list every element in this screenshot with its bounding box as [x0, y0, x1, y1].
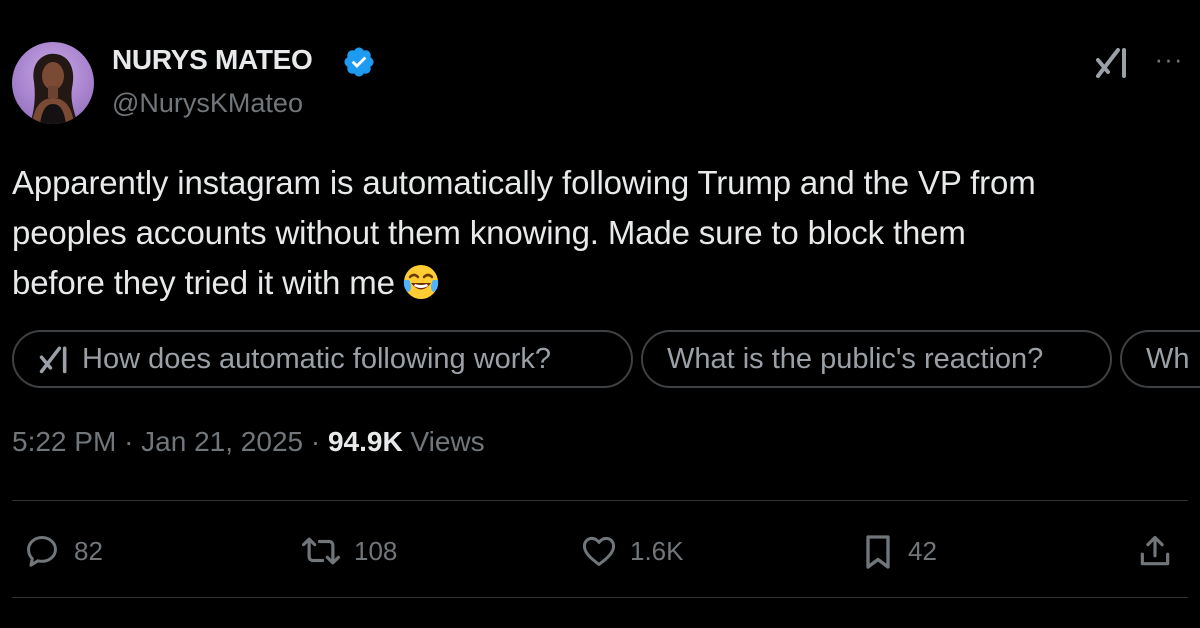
more-icon[interactable]: ··· — [1150, 44, 1188, 74]
handle[interactable]: @NurysKMateo — [112, 88, 303, 119]
reply-icon — [27, 536, 57, 567]
grok-icon — [39, 346, 67, 374]
tweet-time[interactable]: 5:22 PM — [12, 426, 116, 457]
views-label: Views — [410, 426, 485, 457]
divider — [12, 500, 1188, 501]
avatar[interactable] — [12, 42, 94, 124]
tweet-text-line: Apparently instagram is automatically fo… — [12, 164, 1036, 201]
share-button[interactable] — [1136, 530, 1176, 572]
grok-suggestion-label: Wh — [1146, 343, 1190, 375]
tweet-text-segment: peoples accounts without them knowing. M… — [12, 214, 966, 251]
grok-suggestion-label: How does automatic following work? — [82, 343, 552, 375]
tweet-text: Apparently instagram is automatically fo… — [12, 158, 1182, 308]
repost-button[interactable]: 108 — [298, 530, 438, 572]
share-icon — [1140, 535, 1170, 566]
tweet-text-line: peoples accounts without them knowing. M… — [12, 208, 1182, 258]
tweet-meta: 5:22 PM · Jan 21, 2025 · 94.9K Views — [12, 426, 485, 458]
views-count: 94.9K — [327, 426, 403, 457]
meta-separator: · — [310, 426, 321, 457]
grok-suggestion-chip[interactable]: How does automatic following work? — [12, 330, 633, 388]
display-name[interactable]: NURYS MATEO — [112, 44, 313, 76]
grok-suggestion-chip[interactable]: What is the public's reaction? — [641, 330, 1112, 388]
bookmark-count: 42 — [908, 536, 937, 566]
bookmark-icon — [866, 535, 890, 569]
divider — [12, 597, 1188, 598]
grok-suggestion-chip[interactable]: Wh — [1120, 330, 1200, 388]
tweet-text-line: before they tried it with me — [12, 258, 1182, 308]
repost-icon — [302, 537, 340, 565]
reply-button[interactable]: 82 — [22, 530, 142, 572]
like-count: 1.6K — [630, 536, 684, 566]
verified-badge-icon — [344, 47, 374, 77]
tweet-date[interactable]: Jan 21, 2025 — [141, 426, 303, 457]
bookmark-button[interactable]: 42 — [860, 530, 980, 572]
grok-suggestions: How does automatic following work? What … — [12, 330, 1200, 392]
like-button[interactable]: 1.6K — [578, 530, 718, 572]
grok-suggestion-label: What is the public's reaction? — [667, 343, 1044, 375]
repost-count: 108 — [354, 536, 398, 566]
grok-icon[interactable] — [1094, 46, 1130, 78]
like-icon — [582, 536, 616, 566]
avatar-portrait — [30, 53, 78, 124]
meta-separator: · — [124, 426, 134, 457]
reply-count: 82 — [74, 536, 103, 566]
tweet-text-segment: before they tried it with me — [12, 264, 395, 301]
tears-of-joy-emoji — [403, 265, 438, 299]
